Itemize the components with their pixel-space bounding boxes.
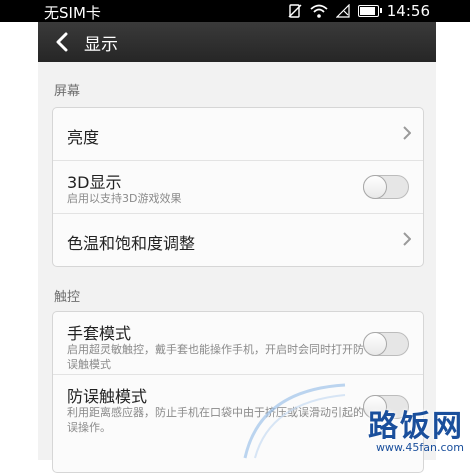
row-title: 手套模式 [67,324,132,343]
watermark-swoosh [243,383,346,459]
status-icons: 14:56 [288,2,430,20]
back-button[interactable] [44,22,80,62]
row-subtitle: 启用超灵敏触控，戴手套也能操作手机，开启时会同时打开防误触模式 [67,343,364,371]
setting-row-color-temperature[interactable]: 色温和饱和度调整 [53,214,423,266]
chevron-right-icon [403,232,411,246]
chevron-left-icon [56,32,68,52]
setting-row-3d-display[interactable]: 3D显示 启用以支持3D游戏效果 [53,161,423,214]
settings-card-screen: 亮度 3D显示 启用以支持3D游戏效果 色温和饱和度调整 [52,107,424,267]
row-title: 3D显示 [67,173,122,192]
no-sim-icon [288,4,302,18]
row-title: 亮度 [67,128,100,147]
watermark-url: www.45fan.com [375,441,464,454]
section-label-screen: 屏幕 [54,84,81,99]
row-subtitle: 启用以支持3D游戏效果 [67,192,182,205]
wifi-icon [310,4,328,18]
toggle-3d-display[interactable] [363,175,409,199]
setting-row-glove-mode[interactable]: 手套模式 启用超灵敏触控，戴手套也能操作手机，开启时会同时打开防误触模式 [53,312,423,375]
watermark: 路饭网 www.45fan.com [368,401,464,454]
row-title: 色温和饱和度调整 [67,234,196,253]
signal-off-icon [335,4,350,18]
watermark-logo-text: 路饭网 [368,409,464,444]
chevron-right-icon [403,126,411,140]
clock-text: 14:56 [386,2,430,20]
section-label-touch: 触控 [54,290,81,305]
carrier-text: 无SIM卡 [44,4,101,22]
page-title: 显示 [84,34,118,55]
toggle-knob [363,332,387,356]
title-bar: 显示 [38,22,436,62]
setting-row-brightness[interactable]: 亮度 [53,108,423,161]
row-title: 防误触模式 [67,387,148,406]
toggle-glove-mode[interactable] [363,332,409,356]
battery-icon [357,5,382,17]
toggle-knob [363,175,387,199]
status-bar: 无SIM卡 14:56 [0,0,470,22]
